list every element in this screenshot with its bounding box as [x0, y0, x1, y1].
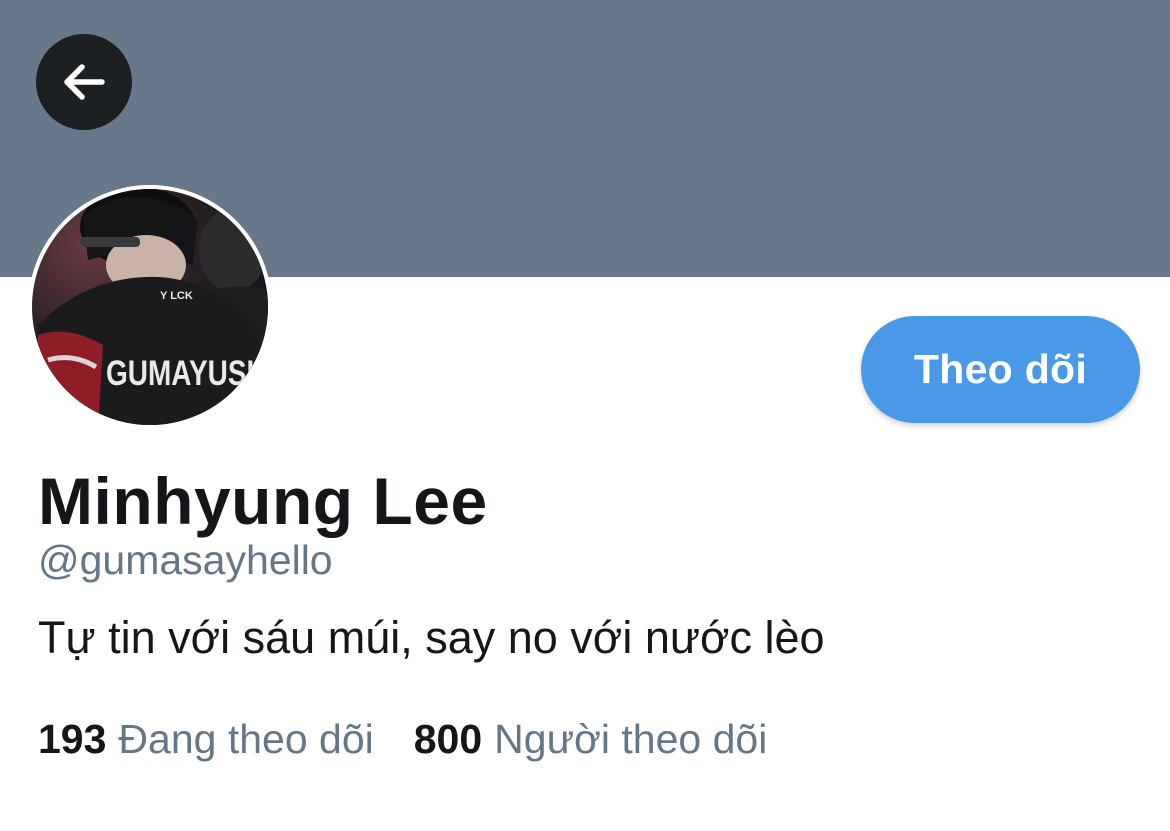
- display-name: Minhyung Lee: [38, 464, 488, 538]
- avatar[interactable]: Y LCK GUMAYUSI: [28, 185, 272, 429]
- back-button[interactable]: [36, 34, 132, 130]
- username-handle: @gumasayhello: [38, 537, 333, 583]
- following-stat[interactable]: 193 Đang theo dõi: [38, 716, 374, 763]
- follow-button[interactable]: Theo dõi: [861, 316, 1140, 423]
- following-count: 193: [38, 716, 107, 762]
- avatar-jacket-text: GUMAYUSI: [106, 353, 254, 393]
- profile-bio: Tự tin với sáu múi, say no với nước lèo: [38, 612, 825, 663]
- profile-page: Y LCK GUMAYUSI Theo dõi Minhyung Lee @gu…: [0, 0, 1170, 831]
- profile-stats: 193 Đang theo dõi 800 Người theo dõi: [38, 716, 767, 763]
- arrow-left-icon: [64, 64, 105, 100]
- followers-count: 800: [413, 716, 483, 762]
- followers-stat[interactable]: 800 Người theo dõi: [414, 716, 768, 763]
- following-label: Đang theo dõi: [118, 716, 374, 762]
- avatar-jacket-logo: Y LCK: [160, 290, 193, 302]
- followers-label: Người theo dõi: [494, 716, 768, 762]
- avatar-image: Y LCK GUMAYUSI: [28, 185, 272, 429]
